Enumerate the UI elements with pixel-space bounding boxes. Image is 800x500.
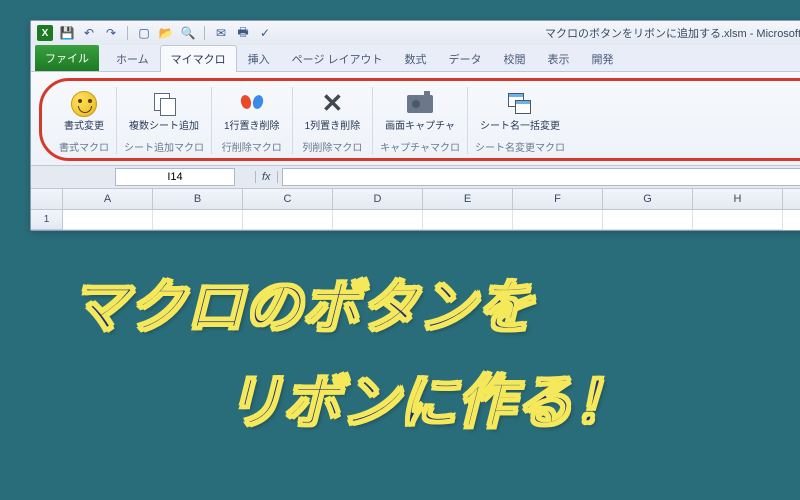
title-bar: X 💾 ↶ ↷ ▢ 📂 🔍 ✉ 🖶 ✓ マクロのボタンをリボンに追加する.xls… <box>31 21 800 45</box>
cell[interactable] <box>693 210 783 230</box>
camera-icon <box>404 89 436 119</box>
button-label: 画面キャプチャ <box>385 121 455 133</box>
email-icon[interactable]: ✉ <box>213 25 229 41</box>
excel-window: X 💾 ↶ ↷ ▢ 📂 🔍 ✉ 🖶 ✓ マクロのボタンをリボンに追加する.xls… <box>30 20 800 231</box>
butterfly-icon <box>236 89 268 119</box>
group-label: シート名変更マクロ <box>475 139 565 154</box>
cell[interactable] <box>243 210 333 230</box>
row-header-1[interactable]: 1 <box>31 210 63 230</box>
fx-label[interactable]: fx <box>255 171 278 183</box>
sheet-rename-button[interactable]: シート名一括変更 <box>474 87 566 135</box>
tab-insert[interactable]: 挿入 <box>237 45 281 71</box>
tab-mymacro[interactable]: マイマクロ <box>160 45 237 72</box>
save-icon[interactable]: 💾 <box>59 25 75 41</box>
col-header-g[interactable]: G <box>603 189 693 209</box>
row-delete-button[interactable]: 1行置き削除 <box>218 87 286 135</box>
window-title: マクロのボタンをリボンに追加する.xlsm - Microsoft Excel <box>545 25 800 41</box>
undo-icon[interactable]: ↶ <box>81 25 97 41</box>
open-icon[interactable]: 📂 <box>158 25 174 41</box>
new-icon[interactable]: ▢ <box>136 25 152 41</box>
col-header-e[interactable]: E <box>423 189 513 209</box>
cell[interactable] <box>423 210 513 230</box>
group-label: シート追加マクロ <box>124 139 204 154</box>
name-box[interactable]: I14 <box>115 168 235 186</box>
tab-review[interactable]: 校閲 <box>493 45 537 71</box>
col-header-a[interactable]: A <box>63 189 153 209</box>
tab-data[interactable]: データ <box>438 45 493 71</box>
formula-input[interactable] <box>282 168 800 186</box>
ribbon-group-coldel: ✕ 1列置き削除 列削除マクロ <box>293 87 374 154</box>
file-tab[interactable]: ファイル <box>35 45 99 71</box>
ribbon-group-sheetrename: シート名一括変更 シート名変更マクロ <box>468 87 572 154</box>
col-header-f[interactable]: F <box>513 189 603 209</box>
group-label: キャプチャマクロ <box>380 139 460 154</box>
cascade-icon <box>504 89 536 119</box>
screen-capture-button[interactable]: 画面キャプチャ <box>379 87 461 135</box>
cell[interactable] <box>603 210 693 230</box>
ribbon-tabs: ファイル ホーム マイマクロ 挿入 ページ レイアウト 数式 データ 校閲 表示… <box>31 45 800 72</box>
overlay-headline-1: マクロのボタンを <box>70 260 534 344</box>
ribbon-highlight-box: 書式変更 書式マクロ 複数シート追加 シート追加マクロ 1行置き削除 行削除マク… <box>39 78 800 161</box>
ribbon-group-capture: 画面キャプチャ キャプチャマクロ <box>373 87 468 154</box>
col-header-d[interactable]: D <box>333 189 423 209</box>
group-label: 行削除マクロ <box>222 139 282 154</box>
cross-icon: ✕ <box>316 89 348 119</box>
tab-home[interactable]: ホーム <box>105 45 160 71</box>
smile-icon <box>68 89 100 119</box>
formula-bar: I14 fx <box>31 166 800 189</box>
tab-view[interactable]: 表示 <box>537 45 581 71</box>
overlay-headline-2: リボンに作る！ <box>225 355 631 439</box>
group-label: 書式マクロ <box>59 139 109 154</box>
spell-check-icon[interactable]: ✓ <box>257 25 273 41</box>
quick-access-toolbar: X 💾 ↶ ↷ ▢ 📂 🔍 ✉ 🖶 ✓ <box>37 25 273 41</box>
ribbon: 書式変更 書式マクロ 複数シート追加 シート追加マクロ 1行置き削除 行削除マク… <box>31 72 800 166</box>
multi-sheet-add-button[interactable]: 複数シート追加 <box>123 87 205 135</box>
ribbon-group-rowdel: 1行置き削除 行削除マクロ <box>212 87 293 154</box>
select-all-corner[interactable] <box>31 189 63 209</box>
cell[interactable] <box>513 210 603 230</box>
tab-developer[interactable]: 開発 <box>581 45 625 71</box>
quick-print-icon[interactable]: 🖶 <box>235 25 251 41</box>
column-headers: A B C D E F G H <box>31 189 800 210</box>
ribbon-group-format: 書式変更 書式マクロ <box>52 87 117 154</box>
cell[interactable] <box>153 210 243 230</box>
print-preview-icon[interactable]: 🔍 <box>180 25 196 41</box>
ribbon-group-sheetadd: 複数シート追加 シート追加マクロ <box>117 87 212 154</box>
button-label: 1行置き削除 <box>224 121 280 133</box>
grid-row: 1 <box>31 210 800 230</box>
redo-icon[interactable]: ↷ <box>103 25 119 41</box>
cell[interactable] <box>333 210 423 230</box>
col-header-h[interactable]: H <box>693 189 783 209</box>
qat-separator <box>127 26 128 40</box>
button-label: 書式変更 <box>64 121 104 133</box>
col-header-c[interactable]: C <box>243 189 333 209</box>
cell[interactable] <box>63 210 153 230</box>
format-change-button[interactable]: 書式変更 <box>58 87 110 135</box>
excel-logo-icon: X <box>37 25 53 41</box>
button-label: 1列置き削除 <box>305 121 361 133</box>
qat-separator <box>204 26 205 40</box>
col-delete-button[interactable]: ✕ 1列置き削除 <box>299 87 367 135</box>
tab-pagelayout[interactable]: ページ レイアウト <box>281 45 394 71</box>
group-label: 列削除マクロ <box>302 139 362 154</box>
copy-icon <box>148 89 180 119</box>
col-header-b[interactable]: B <box>153 189 243 209</box>
button-label: 複数シート追加 <box>129 121 199 133</box>
button-label: シート名一括変更 <box>480 121 560 133</box>
tab-formulas[interactable]: 数式 <box>394 45 438 71</box>
